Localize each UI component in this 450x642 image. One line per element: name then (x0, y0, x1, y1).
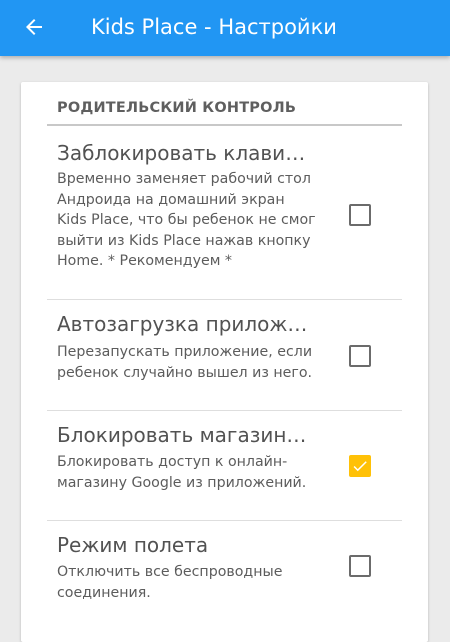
checkbox[interactable] (349, 204, 371, 226)
arrow-left-icon (26, 19, 42, 35)
pref-title: Автозагрузка приложения (57, 312, 312, 336)
pref-summary: Временно заменяет рабочий стол Андроида … (57, 171, 316, 269)
checkbox[interactable] (349, 455, 371, 477)
row-divider (47, 410, 402, 411)
back-button[interactable] (14, 9, 54, 45)
app-title: Kids Place - Настройки (91, 15, 337, 39)
row-divider (47, 299, 402, 300)
section-divider (47, 124, 402, 126)
pref-airplane-mode[interactable]: Режим полета Отключить все беспроводные … (47, 532, 402, 632)
row-divider (47, 520, 402, 521)
pref-title: Блокировать магазин приложений (57, 423, 312, 447)
pref-lock-keyboard[interactable]: Заблокировать клавиатуру Временно заменя… (47, 140, 402, 300)
checkmark-icon (353, 461, 367, 472)
section-header: РОДИТЕЛЬСКИЙ КОНТРОЛЬ (57, 100, 297, 116)
pref-block-store[interactable]: Блокировать магазин приложений Блокирова… (47, 422, 402, 521)
pref-summary: Отключить все беспроводные соединения. (57, 564, 283, 601)
settings-card: РОДИТЕЛЬСКИЙ КОНТРОЛЬ Заблокировать клав… (21, 82, 428, 642)
checkbox[interactable] (349, 555, 371, 577)
checkbox[interactable] (349, 345, 371, 367)
app-bar: Kids Place - Настройки (0, 0, 450, 56)
pref-summary: Перезапускать приложение, если ребенок с… (57, 344, 313, 381)
pref-summary: Блокировать доступ к онлайн-магазину Goo… (57, 454, 307, 491)
pref-title: Режим полета (57, 533, 209, 557)
pref-title: Заблокировать клавиатуру (57, 141, 312, 165)
pref-autostart[interactable]: Автозагрузка приложения Перезапускать пр… (47, 311, 402, 411)
